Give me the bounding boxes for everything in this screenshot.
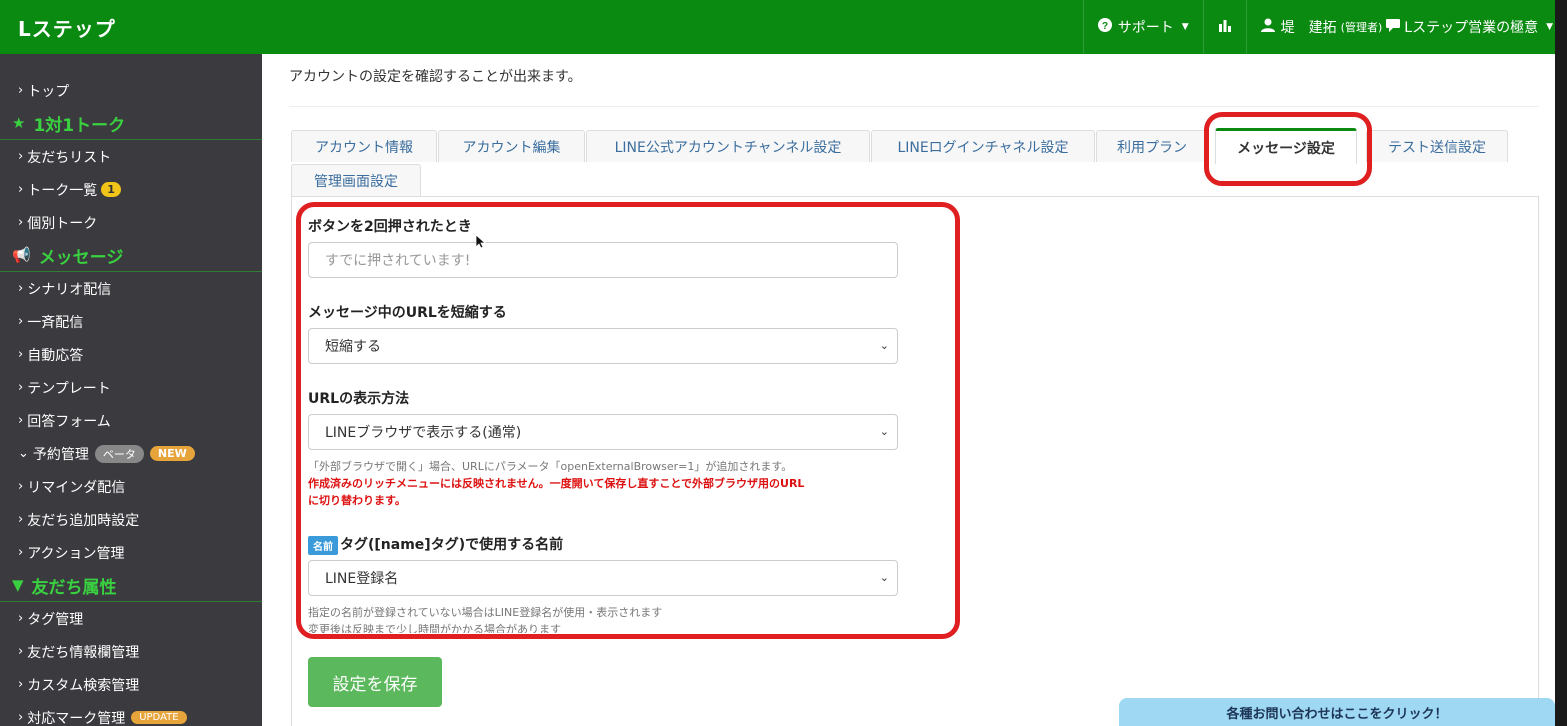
tab-account-edit[interactable]: アカウント編集 (438, 130, 585, 162)
contact-banner[interactable]: 各種お問い合わせはここをクリック！ (1119, 698, 1555, 726)
star-icon: ★ (12, 114, 26, 132)
sidebar-item-auto-reply[interactable]: › 自動応答 (0, 338, 262, 371)
sidebar-item-label: 予約管理 (32, 446, 89, 463)
svg-text:?: ? (1102, 21, 1108, 32)
divider (289, 106, 1539, 107)
caret-down-icon: ▼ (1181, 22, 1189, 32)
user-icon (1260, 18, 1275, 36)
chevron-right-icon: › (18, 149, 24, 164)
update-badge: UPDATE (131, 711, 187, 724)
sidebar-item-individual-talk[interactable]: › 個別トーク (0, 206, 262, 239)
tab-account-info[interactable]: アカウント情報 (291, 130, 437, 162)
support-label: サポート (1117, 20, 1174, 36)
sidebar-item-label: 対応マーク管理 (27, 710, 126, 726)
unread-badge: 1 (101, 182, 121, 197)
sidebar-item-response-mark[interactable]: › 対応マーク管理 UPDATE (0, 701, 262, 726)
sidebar-item-broadcast[interactable]: › 一斉配信 (0, 305, 262, 338)
top-header: Lステップ ? サポート ▼ 堤 建拓 (管理者) Lステップ営業の極意 ▼ (0, 0, 1567, 54)
sidebar-item-label: タグ管理 (27, 611, 84, 628)
new-badge: NEW (149, 446, 195, 461)
chevron-right-icon: › (18, 512, 24, 527)
sidebar-item-label: 回答フォーム (27, 413, 111, 430)
sidebar-item-label: テンプレート (27, 380, 111, 397)
tab-line-login[interactable]: LINEログインチャネル設定 (871, 130, 1095, 162)
chevron-right-icon: › (18, 182, 24, 197)
sidebar-section-label: 友だち属性 (31, 577, 117, 598)
chevron-right-icon: › (18, 83, 24, 98)
caret-down-icon: ▼ (1546, 22, 1553, 32)
sidebar-item-label: シナリオ配信 (27, 281, 112, 298)
sidebar-section-label: メッセージ (38, 247, 124, 268)
chevron-right-icon: › (18, 281, 24, 296)
sidebar-item-label: 個別トーク (27, 215, 98, 232)
sidebar-item-friend-info[interactable]: › 友だち情報欄管理 (0, 635, 262, 668)
sidebar-item-label: リマインダ配信 (27, 479, 126, 496)
sidebar-item-friend-add-settings[interactable]: › 友だち追加時設定 (0, 503, 262, 536)
chevron-right-icon: › (18, 479, 24, 494)
bar-chart-icon (1218, 18, 1232, 36)
chevron-right-icon: › (18, 314, 24, 329)
chevron-right-icon: › (18, 380, 24, 395)
annotation-highlight-form (296, 202, 960, 639)
sidebar-item-talk-list[interactable]: › トーク一覧 1 (0, 173, 262, 206)
sidebar-item-answer-form[interactable]: › 回答フォーム (0, 404, 262, 437)
sidebar-item-tags[interactable]: › タグ管理 (0, 602, 262, 635)
user-name: 堤 建拓 (1280, 20, 1337, 36)
sidebar-item-label: アクション管理 (27, 545, 125, 562)
sidebar: › トップ ★ 1対1トーク › 友だちリスト › トーク一覧 1 › 個別トーク 📢 メッセ… (0, 54, 262, 726)
question-circle-icon: ? (1097, 18, 1112, 36)
sidebar-item-label: トップ (27, 83, 70, 100)
beta-badge: ベータ (94, 444, 144, 463)
sidebar-item-label: 友だちリスト (27, 149, 112, 166)
tab-plan[interactable]: 利用プラン (1096, 130, 1208, 162)
chevron-right-icon: › (18, 611, 24, 626)
page-description: アカウントの設定を確認することが出来ます。 (289, 69, 582, 85)
chevron-right-icon: › (18, 677, 24, 692)
filter-icon: ▼ (12, 576, 24, 594)
chevron-right-icon: › (18, 644, 24, 659)
chevron-right-icon: › (18, 215, 24, 230)
chevron-right-icon: › (18, 545, 24, 560)
chevron-right-icon: › (18, 413, 24, 428)
sidebar-item-action[interactable]: › アクション管理 (0, 536, 262, 569)
tab-line-channel[interactable]: LINE公式アカウントチャンネル設定 (586, 130, 870, 162)
sidebar-item-friends-list[interactable]: › 友だちリスト (0, 140, 262, 173)
user-role: (管理者) (1340, 21, 1383, 34)
chevron-right-icon: › (18, 710, 24, 725)
sidebar-item-template[interactable]: › テンプレート (0, 371, 262, 404)
save-button[interactable]: 設定を保存 (308, 657, 442, 707)
comment-icon (1386, 18, 1401, 36)
megaphone-icon: 📢 (12, 246, 31, 264)
mouse-cursor-icon (475, 234, 487, 253)
sidebar-item-scenario[interactable]: › シナリオ配信 (0, 272, 262, 305)
stats-button[interactable] (1202, 0, 1246, 54)
tab-test-send[interactable]: テスト送信設定 (1366, 130, 1508, 162)
account-name: Lステップ営業の極意 (1404, 20, 1539, 36)
sidebar-section-talk: ★ 1対1トーク (0, 107, 262, 140)
window-edge (1555, 0, 1567, 726)
sidebar-item-label: 一斉配信 (27, 314, 84, 331)
sidebar-item-label: カスタム検索管理 (27, 677, 140, 694)
sidebar-item-label: 友だち追加時設定 (27, 512, 140, 529)
top-nav: ? サポート ▼ 堤 建拓 (管理者) Lステップ営業の極意 ▼ (1082, 0, 1567, 54)
sidebar-section-label: 1対1トーク (33, 115, 126, 136)
sidebar-section-message: 📢 メッセージ (0, 239, 262, 272)
sidebar-item-reminder[interactable]: › リマインダ配信 (0, 470, 262, 503)
brand-logo[interactable]: Lステップ (0, 13, 262, 42)
sidebar-section-attributes: ▼ 友だち属性 (0, 569, 262, 602)
sidebar-item-top[interactable]: › トップ (0, 74, 262, 107)
sidebar-item-reservation[interactable]: ⌄ 予約管理 ベータ NEW (0, 437, 262, 470)
sidebar-item-label: トーク一覧 (27, 182, 98, 199)
sidebar-item-custom-search[interactable]: › カスタム検索管理 (0, 668, 262, 701)
user-menu[interactable]: 堤 建拓 (管理者) Lステップ営業の極意 ▼ (1245, 0, 1567, 54)
chevron-right-icon: › (18, 347, 24, 362)
sidebar-item-label: 友だち情報欄管理 (27, 644, 140, 661)
sidebar-item-label: 自動応答 (27, 347, 84, 364)
annotation-highlight-tab (1204, 112, 1372, 186)
support-menu[interactable]: ? サポート ▼ (1082, 0, 1203, 54)
chevron-down-icon: ⌄ (18, 446, 29, 461)
tab-admin-settings[interactable]: 管理画面設定 (291, 164, 421, 196)
